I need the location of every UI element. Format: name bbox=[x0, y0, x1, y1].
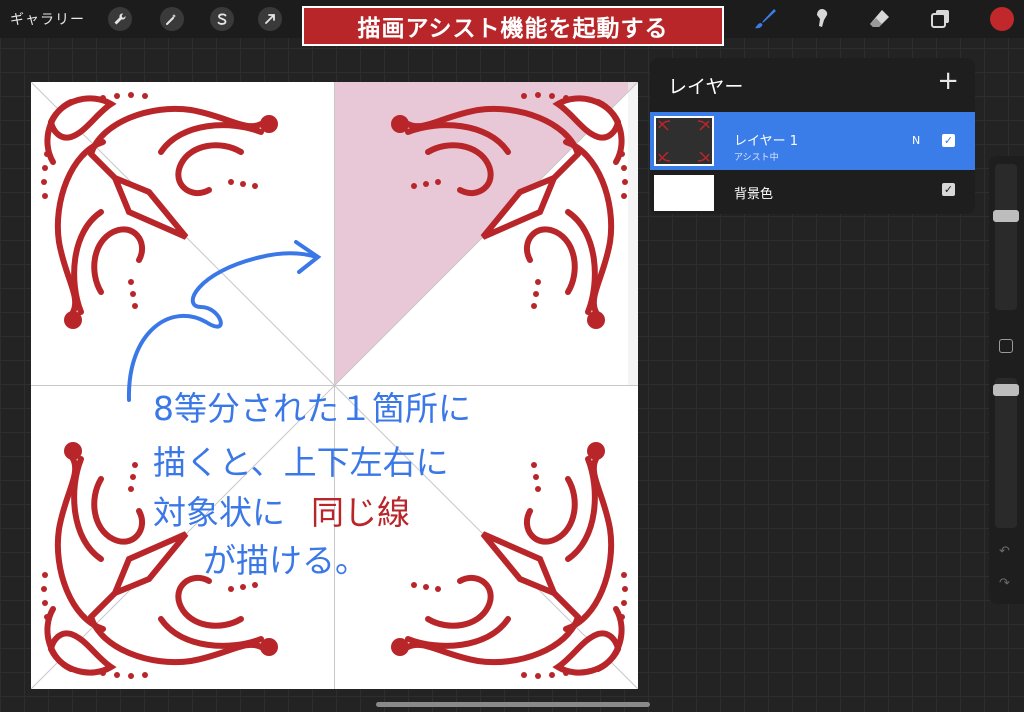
add-layer-button[interactable]: + bbox=[937, 68, 959, 94]
annotation-line-4: が描ける。 bbox=[203, 541, 368, 580]
layer-row-1[interactable]: レイヤー 1 アシスト中 N ✓ bbox=[650, 112, 975, 170]
layer-row-background[interactable]: 背景色 ✓ bbox=[650, 173, 975, 231]
right-sidebar: ↶ ↷ bbox=[989, 156, 1024, 604]
undo-icon[interactable]: ↶ bbox=[999, 544, 1010, 559]
layers-icon[interactable] bbox=[928, 6, 954, 32]
background-visibility-checkbox[interactable]: ✓ bbox=[942, 183, 955, 196]
annotation-arrow bbox=[126, 240, 322, 402]
opacity-slider[interactable] bbox=[993, 378, 1019, 528]
selection-s-icon[interactable] bbox=[210, 7, 234, 31]
layer-name: 背景色 bbox=[734, 187, 774, 202]
layer-visibility-checkbox[interactable]: ✓ bbox=[942, 134, 955, 147]
annotation-text: 8等分された１箇所に 描くと、上下左右に 対象状に 同じ線 が描ける。 bbox=[153, 389, 471, 580]
drawing-canvas[interactable]: 8等分された１箇所に 描くと、上下左右に 対象状に 同じ線 が描ける。 bbox=[30, 81, 639, 690]
annotation-line-2: 描くと、上下左右に bbox=[153, 443, 449, 482]
annotation-line-3a: 対象状に bbox=[153, 493, 285, 532]
modify-button[interactable] bbox=[999, 339, 1013, 353]
annotation-line-3b: 同じ線 bbox=[311, 493, 410, 532]
magic-wand-icon[interactable] bbox=[160, 7, 184, 31]
wrench-icon[interactable] bbox=[108, 7, 132, 31]
eraser-icon[interactable] bbox=[866, 6, 892, 32]
symmetry-guides bbox=[30, 81, 639, 690]
home-indicator bbox=[376, 702, 650, 707]
transform-arrow-icon[interactable] bbox=[258, 7, 282, 31]
canvas-artwork: 8等分された１箇所に 描くと、上下左右に 対象状に 同じ線 が描ける。 bbox=[30, 81, 639, 690]
instruction-banner: 描画アシスト機能を起動する bbox=[302, 6, 724, 46]
smudge-icon[interactable] bbox=[808, 6, 834, 32]
redo-icon[interactable]: ↷ bbox=[999, 576, 1010, 591]
brush-size-slider[interactable] bbox=[993, 164, 1019, 310]
layer-thumbnail bbox=[654, 116, 714, 166]
annotation-line-1: 8等分された１箇所に bbox=[153, 389, 471, 428]
layers-panel: レイヤー + レイヤー 1 アシスト中 N ✓ 背景色 ✓ bbox=[650, 58, 975, 214]
opacity-thumb[interactable] bbox=[993, 384, 1019, 396]
blend-mode-button[interactable]: N bbox=[912, 134, 920, 147]
layers-panel-title: レイヤー bbox=[668, 76, 744, 98]
brush-size-thumb[interactable] bbox=[993, 210, 1019, 222]
background-thumbnail bbox=[654, 175, 714, 211]
layer-assist-status: アシスト中 bbox=[734, 153, 779, 163]
layer-name: レイヤー 1 bbox=[734, 134, 799, 149]
color-picker-swatch[interactable] bbox=[990, 7, 1014, 31]
gallery-button[interactable]: ギャラリー bbox=[10, 9, 85, 29]
brush-icon[interactable] bbox=[752, 6, 778, 32]
